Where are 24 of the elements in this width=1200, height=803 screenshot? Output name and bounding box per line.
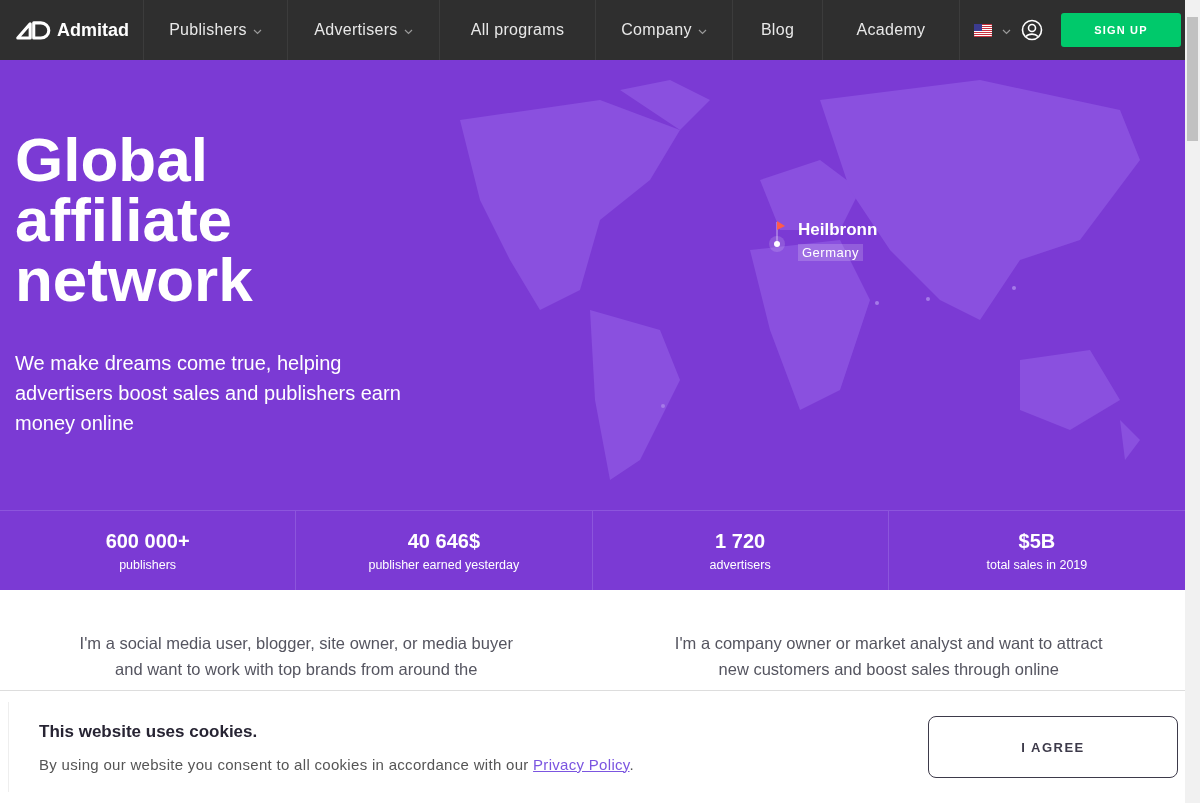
- stat-label: publishers: [119, 557, 177, 572]
- stat-value: 600 000+: [105, 529, 190, 553]
- stat-label: advertisers: [709, 557, 771, 572]
- agree-button[interactable]: I AGREE: [928, 716, 1178, 778]
- stat-label: publisher earned yesterday: [368, 557, 520, 572]
- city-name: Heilbronn: [798, 220, 878, 240]
- us-flag-icon[interactable]: [974, 23, 992, 37]
- privacy-policy-link[interactable]: Privacy Policy: [533, 755, 630, 773]
- audience-text: I'm a company owner or market analyst and want to attract new customers and boost sales through online: [673, 633, 1104, 680]
- audience-text: I'm a social media user, blogger, site owner, or media buyer and want to work with top brands from around the: [78, 633, 514, 680]
- stat-label: total sales in 2019: [986, 557, 1088, 572]
- stat-value: $5B: [1018, 529, 1056, 553]
- cookie-title: This website uses cookies.: [39, 721, 259, 742]
- chevron-down-icon: [1002, 29, 1011, 35]
- scrollbar[interactable]: [1185, 0, 1200, 803]
- scrollbar-thumb[interactable]: [1187, 17, 1198, 141]
- stat-value: 40 646$: [407, 529, 480, 553]
- logo-text[interactable]: Admitad: [57, 19, 129, 41]
- user-icon[interactable]: [1021, 19, 1043, 41]
- country-tag: Germany: [798, 244, 863, 261]
- hero-subtitle: We make dreams come true, helping advertisers boost sales and publishers earn money online: [15, 351, 402, 436]
- cookie-text: By using our website you consent to all cookies in accordance with our Privacy Policy.: [39, 755, 635, 773]
- hero-title: Global affiliate network: [15, 130, 254, 310]
- stat-value: 1 720: [715, 529, 766, 553]
